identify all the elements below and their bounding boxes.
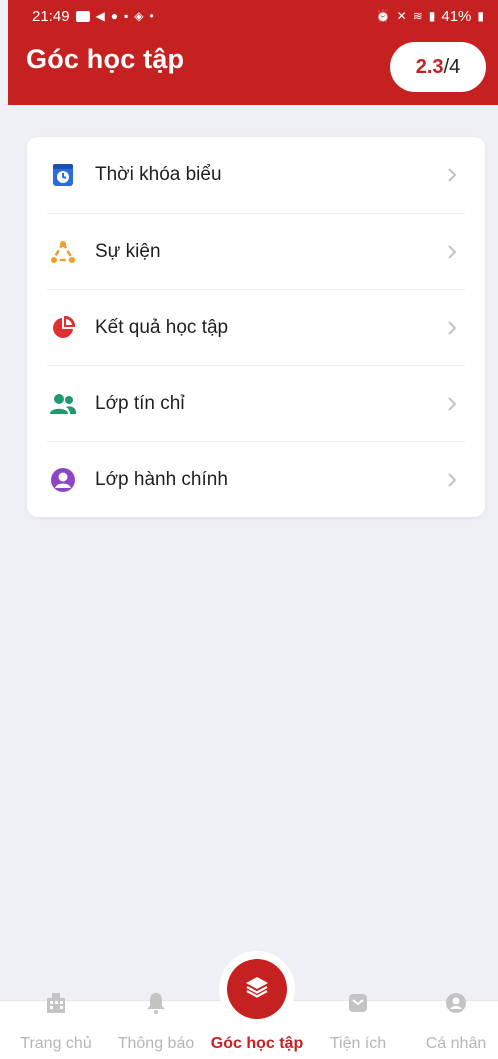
chevron-right-icon bbox=[445, 168, 459, 182]
status-left: 21:49 ◀ ● ▪ ◈ • bbox=[32, 8, 154, 25]
group-users-icon bbox=[49, 390, 77, 418]
menu-item-timetable[interactable]: Thời khóa biểu bbox=[47, 137, 465, 213]
user-circle-icon bbox=[49, 466, 77, 494]
menu-card: Thời khóa biểu Sự kiện Kết quả học tập L… bbox=[27, 137, 485, 517]
chevron-right-icon bbox=[445, 321, 459, 335]
messenger-icon: ● bbox=[110, 9, 119, 23]
layers-icon bbox=[244, 975, 270, 1004]
gpa-badge[interactable]: 2.3 /4 bbox=[390, 42, 486, 92]
study-corner-fab[interactable] bbox=[227, 959, 287, 1019]
app-header: 21:49 ◀ ● ▪ ◈ • ⏰ ✕ ≋ ▮ 41% ▮ Góc học tậ… bbox=[8, 0, 498, 105]
bell-icon bbox=[144, 991, 168, 1015]
gpa-value: 2.3 bbox=[415, 55, 444, 78]
person-icon bbox=[444, 991, 468, 1015]
menu-item-label: Kết quả học tập bbox=[95, 317, 229, 338]
gpa-max: /4 bbox=[443, 55, 461, 78]
nav-item-utilities[interactable]: Tiện ích bbox=[318, 994, 398, 1059]
nav-item-notifications[interactable]: Thông báo bbox=[112, 993, 200, 1059]
menu-item-label: Lớp hành chính bbox=[95, 469, 228, 490]
menu-item-label: Thời khóa biểu bbox=[95, 164, 222, 185]
nav-label: Tiện ích bbox=[329, 1035, 387, 1052]
mute-icon: ✕ bbox=[396, 9, 407, 23]
chevron-right-icon bbox=[445, 473, 459, 487]
menu-item-label: Sự kiện bbox=[95, 241, 161, 262]
menu-item-admin-class[interactable]: Lớp hành chính bbox=[47, 442, 465, 518]
page-title: Góc học tập bbox=[26, 44, 185, 74]
sms-icon: ▪ bbox=[124, 9, 129, 23]
status-right: ⏰ ✕ ≋ ▮ 41% ▮ bbox=[376, 8, 484, 25]
menu-item-credit-class[interactable]: Lớp tín chỉ bbox=[47, 366, 465, 442]
nav-label: Cá nhân bbox=[425, 1035, 487, 1052]
chevron-right-icon bbox=[445, 397, 459, 411]
nav-item-home[interactable]: Trang chủ bbox=[14, 993, 98, 1059]
menu-item-results[interactable]: Kết quả học tập bbox=[47, 290, 465, 366]
battery-icon: ▮ bbox=[477, 9, 484, 23]
status-time: 21:49 bbox=[32, 7, 70, 25]
menu-item-label: Lớp tín chỉ bbox=[95, 393, 185, 414]
signal-icon: ▮ bbox=[428, 9, 436, 23]
shield-icon: ◈ bbox=[134, 9, 144, 23]
wifi-icon: ≋ bbox=[412, 9, 423, 23]
status-bar: 21:49 ◀ ● ▪ ◈ • ⏰ ✕ ≋ ▮ 41% ▮ bbox=[8, 0, 498, 32]
nav-label: Thông báo bbox=[117, 1035, 195, 1052]
screen: 21:49 ◀ ● ▪ ◈ • ⏰ ✕ ≋ ▮ 41% ▮ Góc học tậ… bbox=[0, 0, 498, 1059]
chevron-right-icon bbox=[445, 245, 459, 259]
nav-item-profile[interactable]: Cá nhân bbox=[418, 993, 494, 1059]
box-icon bbox=[346, 991, 370, 1015]
send-icon: ◀ bbox=[95, 9, 105, 23]
calendar-clock-icon bbox=[49, 161, 77, 189]
building-icon bbox=[44, 991, 68, 1015]
message-icon bbox=[75, 10, 90, 22]
pie-chart-icon bbox=[49, 314, 77, 342]
dot-icon: • bbox=[149, 9, 154, 23]
nav-label-active: Góc học tập bbox=[210, 1035, 304, 1052]
alarm-icon: ⏰ bbox=[375, 9, 391, 23]
nav-label: Trang chủ bbox=[20, 1035, 92, 1052]
battery-percent: 41% bbox=[441, 7, 472, 25]
menu-item-events[interactable]: Sự kiện bbox=[47, 214, 465, 290]
event-triangle-icon bbox=[49, 238, 77, 266]
